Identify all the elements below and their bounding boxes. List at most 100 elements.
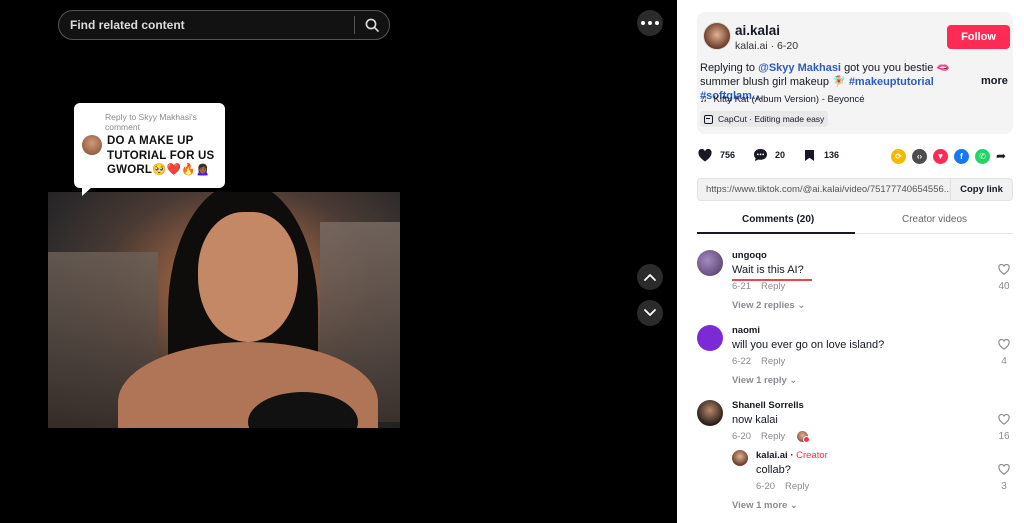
reply-like-button[interactable] xyxy=(996,462,1012,480)
chevron-down-icon: ⌄ xyxy=(797,300,806,311)
comment-like-count: 4 xyxy=(1001,356,1007,367)
video-subject-face xyxy=(198,212,298,342)
video-link-box: https://www.tiktok.com/@ai.kalai/video/7… xyxy=(697,178,1013,201)
comment-like-count: 16 xyxy=(998,431,1010,442)
heart-outline-icon xyxy=(998,413,1010,425)
chevron-down-icon: ⌄ xyxy=(789,500,798,511)
reply-date: 6-20 xyxy=(756,481,776,492)
comment-date: 6-21 xyxy=(732,281,752,292)
author-handle: kalai.ai xyxy=(735,40,768,52)
repost-icon[interactable]: ⟳ xyxy=(891,149,906,164)
post-date: 6-20 xyxy=(777,40,799,52)
send-to-friend-icon[interactable]: ▼ xyxy=(933,149,948,164)
reply-button[interactable]: Reply xyxy=(761,431,785,442)
view-replies-label: View 1 reply xyxy=(732,375,787,386)
description-more-link[interactable]: more xyxy=(981,75,1008,87)
next-video-button[interactable] xyxy=(637,300,663,326)
view-replies-label: View 1 more xyxy=(732,500,788,511)
description-prefix: Replying to xyxy=(700,62,756,74)
dot-icon xyxy=(655,21,659,25)
comment-tabs: Comments (20) Creator videos xyxy=(697,208,1013,234)
reply-overlay-header: Reply to Skyy Makhasi's comment xyxy=(105,112,197,132)
avatar[interactable] xyxy=(697,250,723,276)
previous-video-button[interactable] xyxy=(637,264,663,290)
details-panel: ai.kalai kalai.ai · 6-20 Follow Replying… xyxy=(677,0,1024,523)
view-replies-button[interactable]: View 1 reply ⌄ xyxy=(732,375,797,386)
tab-comments[interactable]: Comments (20) xyxy=(742,214,814,225)
like-count: 756 xyxy=(720,150,736,160)
heart-icon xyxy=(697,147,713,163)
reply-meta: 6-20 Reply xyxy=(756,481,809,492)
tab-creator-videos[interactable]: Creator videos xyxy=(902,214,967,225)
video-link-url[interactable]: https://www.tiktok.com/@ai.kalai/video/7… xyxy=(698,184,950,195)
comment-meta: 6-21 Reply xyxy=(732,281,785,292)
reply-text: collab? xyxy=(756,464,791,476)
comment-count: 20 xyxy=(775,150,786,160)
comment-text: Wait is this AI? xyxy=(732,264,804,276)
comment-like-button[interactable] xyxy=(996,412,1012,430)
comment-icon xyxy=(752,147,768,163)
creator-badge: Creator xyxy=(796,450,828,461)
bookmark-icon xyxy=(801,147,817,163)
comment-username[interactable]: ungoqo xyxy=(732,250,767,261)
reply-button[interactable]: Reply xyxy=(761,356,785,367)
reply-like-count: 3 xyxy=(1001,481,1007,492)
facebook-icon[interactable]: f xyxy=(954,149,969,164)
heart-outline-icon xyxy=(998,263,1010,275)
avatar[interactable] xyxy=(732,450,748,466)
share-icons: ⟳ ‹› ▼ f ✆ ➦ xyxy=(891,149,1006,164)
video-info-card: ai.kalai kalai.ai · 6-20 Follow Replying… xyxy=(697,12,1013,134)
comment-like-count: 40 xyxy=(998,281,1010,292)
chevron-up-icon xyxy=(644,274,656,281)
search-input[interactable] xyxy=(59,18,354,32)
author-name[interactable]: ai.kalai xyxy=(735,23,780,38)
avatar xyxy=(82,135,102,155)
more-options-button[interactable] xyxy=(637,10,663,36)
comment-button[interactable]: 20 xyxy=(752,147,785,163)
comment-like-button[interactable] xyxy=(996,262,1012,280)
comment-meta: 6-22 Reply xyxy=(732,356,785,367)
video-player[interactable] xyxy=(48,192,400,428)
reply-button[interactable]: Reply xyxy=(761,281,785,292)
follow-button[interactable]: Follow xyxy=(947,25,1010,49)
avatar[interactable] xyxy=(697,325,723,351)
save-count: 136 xyxy=(824,150,840,160)
avatar[interactable] xyxy=(703,22,731,50)
dot-icon xyxy=(641,21,645,25)
author-handle-date: kalai.ai · 6-20 xyxy=(735,40,799,52)
comment-username[interactable]: Shanell Sorrells xyxy=(732,400,804,411)
avatar[interactable] xyxy=(697,400,723,426)
reply-username[interactable]: kalai.ai · Creator xyxy=(756,450,828,461)
comment-username[interactable]: naomi xyxy=(732,325,760,336)
search-button[interactable] xyxy=(355,11,389,39)
music-title: Kitty Kat (Album Version) - Beyoncé xyxy=(713,94,865,105)
comment-like-button[interactable] xyxy=(996,337,1012,355)
video-area: Reply to Skyy Makhasi's comment DO A MAK… xyxy=(0,0,677,523)
embed-icon[interactable]: ‹› xyxy=(912,149,927,164)
creator-liked-avatar xyxy=(797,431,811,443)
whatsapp-icon[interactable]: ✆ xyxy=(975,149,990,164)
comment-date: 6-20 xyxy=(732,431,752,442)
reply-comment-overlay: Reply to Skyy Makhasi's comment DO A MAK… xyxy=(74,103,225,196)
capcut-label: CapCut · Editing made easy xyxy=(718,114,825,124)
share-arrow-icon[interactable]: ➦ xyxy=(996,149,1006,164)
reply-overlay-text: DO A MAKE UP TUTORIAL FOR US GWORL🥺❤️🔥🙍🏾… xyxy=(107,135,215,176)
heart-outline-icon xyxy=(998,338,1010,350)
capcut-badge[interactable]: CapCut · Editing made easy xyxy=(700,111,829,127)
mention-link[interactable]: @Skyy Makhasi xyxy=(758,62,841,74)
action-bar: 756 20 136 ⟳ ‹› ▼ f ✆ ➦ xyxy=(697,147,1017,167)
active-tab-underline xyxy=(697,232,855,234)
music-link[interactable]: ♫ Kitty Kat (Album Version) - Beyoncé xyxy=(700,94,865,105)
chevron-down-icon xyxy=(644,309,656,316)
copy-link-button[interactable]: Copy link xyxy=(950,179,1012,200)
view-replies-button[interactable]: View 2 replies ⌄ xyxy=(732,300,805,311)
favorite-button[interactable]: 136 xyxy=(801,147,839,163)
comment-text: now kalai xyxy=(732,414,778,426)
view-replies-button[interactable]: View 1 more ⌄ xyxy=(732,500,798,511)
like-button[interactable]: 756 xyxy=(697,147,735,163)
reply-button[interactable]: Reply xyxy=(785,481,809,492)
comment-date: 6-22 xyxy=(732,356,752,367)
reply-username-text: kalai.ai xyxy=(756,450,788,461)
heart-outline-icon xyxy=(998,463,1010,475)
dot-icon xyxy=(648,21,652,25)
